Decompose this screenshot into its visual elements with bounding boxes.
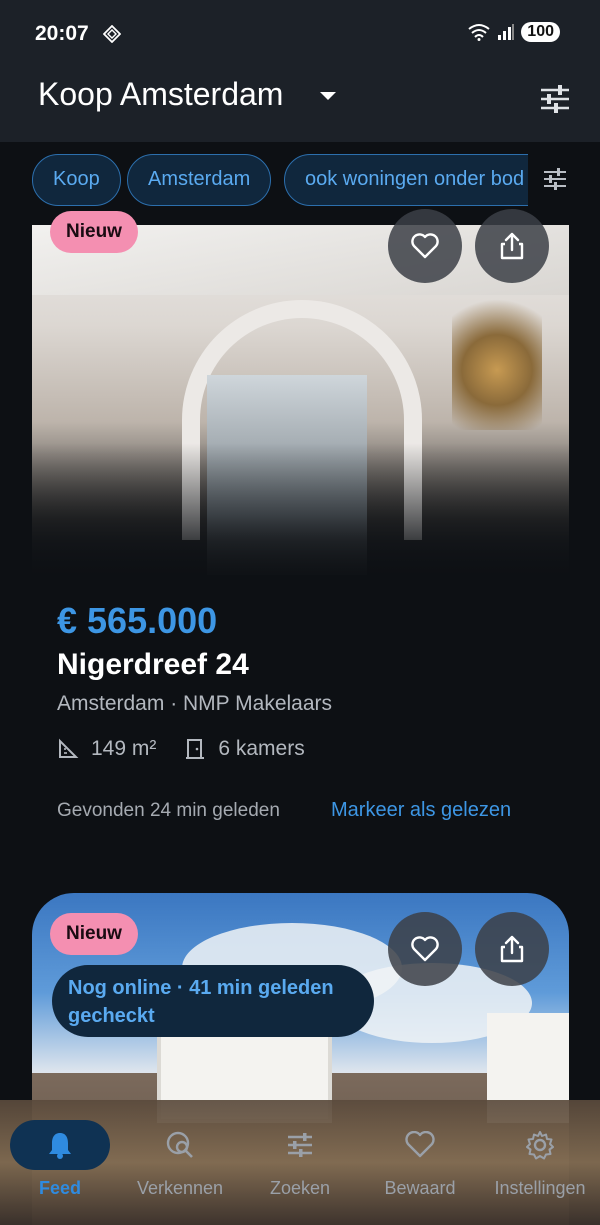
explore-icon: [166, 1131, 193, 1158]
signal-icon: [498, 24, 515, 40]
nav-saved-icon-wrap: [370, 1120, 470, 1170]
rooms-value: 6 kamers: [218, 737, 305, 760]
nav-explore[interactable]: Verkennen: [120, 1100, 240, 1225]
chip-amsterdam[interactable]: Amsterdam: [127, 154, 272, 206]
share-button-2[interactable]: [475, 912, 549, 986]
dropdown-caret-icon[interactable]: [320, 92, 336, 100]
app-bar: Koop Amsterdam: [0, 68, 600, 142]
room-photo: [32, 225, 569, 583]
chip-under-bid[interactable]: ook woningen onder bod: [284, 154, 554, 206]
nav-feed[interactable]: Feed: [0, 1100, 120, 1225]
nav-label-search: Zoeken: [269, 1178, 331, 1198]
found-time: Gevonden 24 min geleden: [57, 800, 280, 821]
listing-address[interactable]: Nigerdreef 24: [57, 648, 249, 682]
gear-icon: [526, 1131, 554, 1160]
rooms-feature: 6 kamers: [184, 737, 305, 761]
listing-price: € 565.000: [57, 600, 218, 641]
wifi-icon: [468, 24, 490, 41]
nav-label-feed: Feed: [38, 1178, 81, 1198]
nav-settings-icon-wrap: [490, 1120, 590, 1170]
heart-icon: [411, 936, 439, 962]
door-icon: [186, 739, 205, 759]
nav-saved[interactable]: Bewaard: [360, 1100, 480, 1225]
chips-filter-icon[interactable]: [542, 166, 568, 192]
nav-search-icon-wrap: [250, 1120, 350, 1170]
share-button[interactable]: [475, 209, 549, 283]
share-icon: [500, 935, 524, 963]
listing-location-agent: Amsterdam · NMP Makelaars: [57, 692, 333, 715]
new-badge: Nieuw: [50, 211, 138, 253]
favorite-button[interactable]: [388, 209, 462, 283]
nav-settings[interactable]: Instellingen: [480, 1100, 600, 1225]
tune-icon: [288, 1133, 312, 1157]
nav-label-saved: Bewaard: [384, 1178, 456, 1198]
listing-features: 149 m² 6 kamers: [57, 737, 333, 761]
page-title[interactable]: Koop Amsterdam: [38, 76, 283, 113]
nav-label-settings: Instellingen: [494, 1178, 586, 1198]
share-icon: [500, 232, 524, 260]
nav-explore-icon-wrap: [130, 1120, 230, 1170]
status-time: 20:07: [35, 22, 89, 45]
new-badge-2: Nieuw: [50, 913, 138, 955]
nav-active-indicator: [10, 1120, 110, 1170]
status-bar: 20:07 100: [0, 0, 600, 68]
area-feature: 149 m²: [57, 737, 156, 761]
bottom-navigation: Feed Verkennen Zoeken Bewaard Instelling…: [0, 1100, 600, 1225]
chip-koop[interactable]: Koop: [32, 154, 121, 206]
battery-indicator: 100: [521, 22, 560, 42]
filter-settings-icon[interactable]: [538, 82, 572, 116]
listing-photo[interactable]: [32, 225, 569, 583]
area-ruler-icon: [59, 738, 79, 758]
nav-search[interactable]: Zoeken: [240, 1100, 360, 1225]
nav-label-explore: Verkennen: [136, 1178, 224, 1198]
bell-icon: [49, 1133, 71, 1159]
heart-icon: [405, 1131, 435, 1158]
status-icons: 100: [467, 22, 560, 42]
heart-icon: [411, 233, 439, 259]
mark-as-read-link[interactable]: Markeer als gelezen: [331, 799, 511, 822]
online-status-pill: Nog online · 41 min geleden gecheckt: [52, 965, 374, 1037]
notification-diamond-icon: [103, 25, 121, 43]
area-value: 149 m²: [91, 737, 157, 760]
favorite-button-2[interactable]: [388, 912, 462, 986]
